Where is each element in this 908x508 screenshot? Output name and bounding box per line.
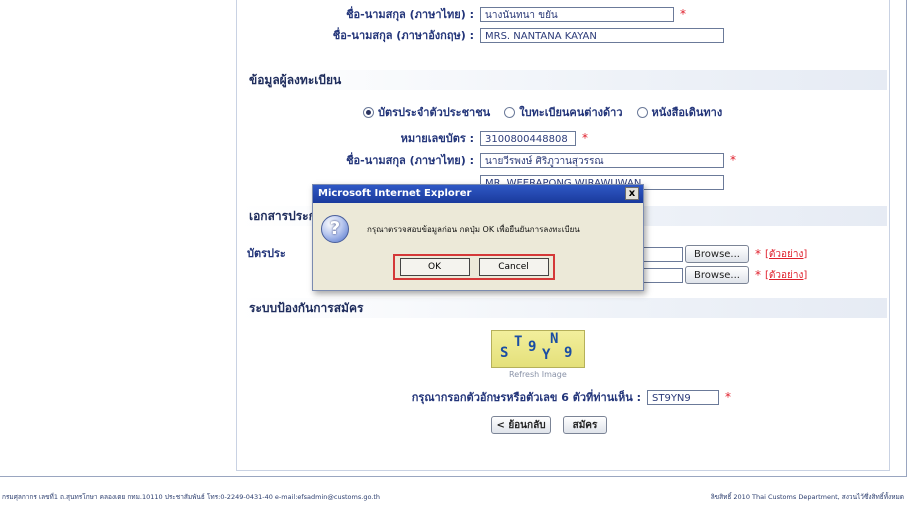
doc-row-label: บัตรประ (247, 247, 286, 260)
name-th-field[interactable]: นางนันทนา ขยัน (480, 6, 674, 22)
card-no-label: หมายเลขบัตร : (400, 132, 474, 145)
captcha-char: Y (542, 347, 551, 363)
captcha-input[interactable]: ST9YN9 (647, 389, 719, 405)
dialog-titlebar[interactable]: Microsoft Internet Explorer x (313, 185, 643, 203)
name-th-label: ชื่อ-นามสกุล (ภาษาไทย) : (346, 8, 474, 21)
cancel-button[interactable]: Cancel (478, 258, 549, 276)
dialog-message: กรุณาตรวจสอบข้อมูลก่อน กดปุ่ม OK เพื่อยื… (367, 225, 580, 234)
doc-upload-1: Browse... * [ตัวอย่าง] (637, 245, 807, 263)
name-en-field[interactable]: MRS. NANTANA KAYAN (480, 27, 724, 43)
section-registrant: ข้อมูลผู้ลงทะเบียน (239, 70, 887, 90)
dialog-title: Microsoft Internet Explorer (318, 188, 472, 199)
captcha-char: 9 (528, 339, 537, 355)
captcha-char: S (500, 345, 509, 361)
reg-name-th-field[interactable]: นายวีรพงษ์ ศิริภูวานสุวรรณ (480, 152, 724, 168)
section-protection: ระบบป้องกันการสมัคร (239, 298, 887, 318)
action-buttons: < ย้อนกลับ สมัคร (491, 416, 607, 434)
footer-copyright: ลิขสิทธิ์ 2010 Thai Customs Department, … (710, 493, 904, 501)
refresh-image-link[interactable]: Refresh Image (509, 370, 567, 379)
radio-dot[interactable] (636, 106, 648, 118)
card-no-field[interactable]: 3100800448808 (480, 130, 576, 146)
doc-upload-2: Browse... * [ตัวอย่าง] (637, 266, 807, 284)
radio-id-card[interactable]: บัตรประจำตัวประชาชน (363, 103, 490, 121)
name-th-row: ชื่อ-นามสกุล (ภาษาไทย) : นางนันทนา ขยัน … (237, 5, 797, 23)
radio-dot[interactable] (504, 106, 516, 118)
captcha-image: S T 9 Y N 9 (491, 330, 585, 368)
name-en-label: ชื่อ-นามสกุล (ภาษาอังกฤษ) : (332, 29, 474, 42)
dialog-button-highlight: OK Cancel (393, 254, 555, 280)
required-mark: * (680, 7, 686, 21)
required-mark: * (755, 268, 761, 282)
footer-address: กรมศุลกากร เลขที่1 ถ.สุนทรโกษา คลองเตย ก… (2, 493, 381, 501)
footer: กรมศุลกากร เลขที่1 ถ.สุนทรโกษา คลองเตย ก… (0, 486, 908, 508)
radio-alien-card[interactable]: ใบทะเบียนคนต่างด้าว (504, 103, 623, 121)
example-link[interactable]: [ตัวอย่าง] (765, 268, 807, 283)
name-en-row: ชื่อ-นามสกุล (ภาษาอังกฤษ) : MRS. NANTANA… (237, 26, 797, 44)
back-button[interactable]: < ย้อนกลับ (491, 416, 551, 434)
card-no-row: หมายเลขบัตร : 3100800448808 * (237, 129, 588, 147)
browse-button[interactable]: Browse... (685, 245, 749, 263)
question-icon: ? (321, 215, 349, 243)
reg-name-th-row: ชื่อ-นามสกุล (ภาษาไทย) : นายวีรพงษ์ ศิริ… (237, 151, 797, 169)
radio-id-card-label: บัตรประจำตัวประชาชน (378, 106, 491, 119)
captcha-prompt: กรุณากรอกตัวอักษรหรือตัวเลข 6 ตัวที่ท่าน… (411, 391, 641, 404)
example-link[interactable]: [ตัวอย่าง] (765, 247, 807, 262)
browse-button[interactable]: Browse... (685, 266, 749, 284)
close-icon[interactable]: x (625, 187, 639, 200)
captcha-input-row: กรุณากรอกตัวอักษรหรือตัวเลข 6 ตัวที่ท่าน… (237, 388, 731, 406)
confirm-dialog: Microsoft Internet Explorer x ? กรุณาตรว… (312, 184, 644, 291)
radio-passport-label: หนังสือเดินทาง (651, 106, 723, 119)
reg-name-th-label: ชื่อ-นามสกุล (ภาษาไทย) : (346, 154, 474, 167)
required-mark: * (582, 131, 588, 145)
doc-type-radios: บัตรประจำตัวประชาชน ใบทะเบียนคนต่างด้าว … (363, 103, 736, 121)
required-mark: * (730, 153, 736, 167)
radio-alien-card-label: ใบทะเบียนคนต่างด้าว (519, 106, 623, 119)
required-mark: * (725, 390, 731, 404)
radio-dot-selected[interactable] (363, 106, 374, 118)
captcha-char: N (550, 331, 559, 347)
submit-button[interactable]: สมัคร (563, 416, 607, 434)
radio-passport[interactable]: หนังสือเดินทาง (636, 103, 723, 121)
captcha-char: T (514, 334, 523, 350)
doc-upload-row: บัตรประ (237, 244, 297, 262)
ok-button[interactable]: OK (399, 258, 470, 276)
captcha-char: 9 (564, 345, 573, 361)
required-mark: * (755, 247, 761, 261)
